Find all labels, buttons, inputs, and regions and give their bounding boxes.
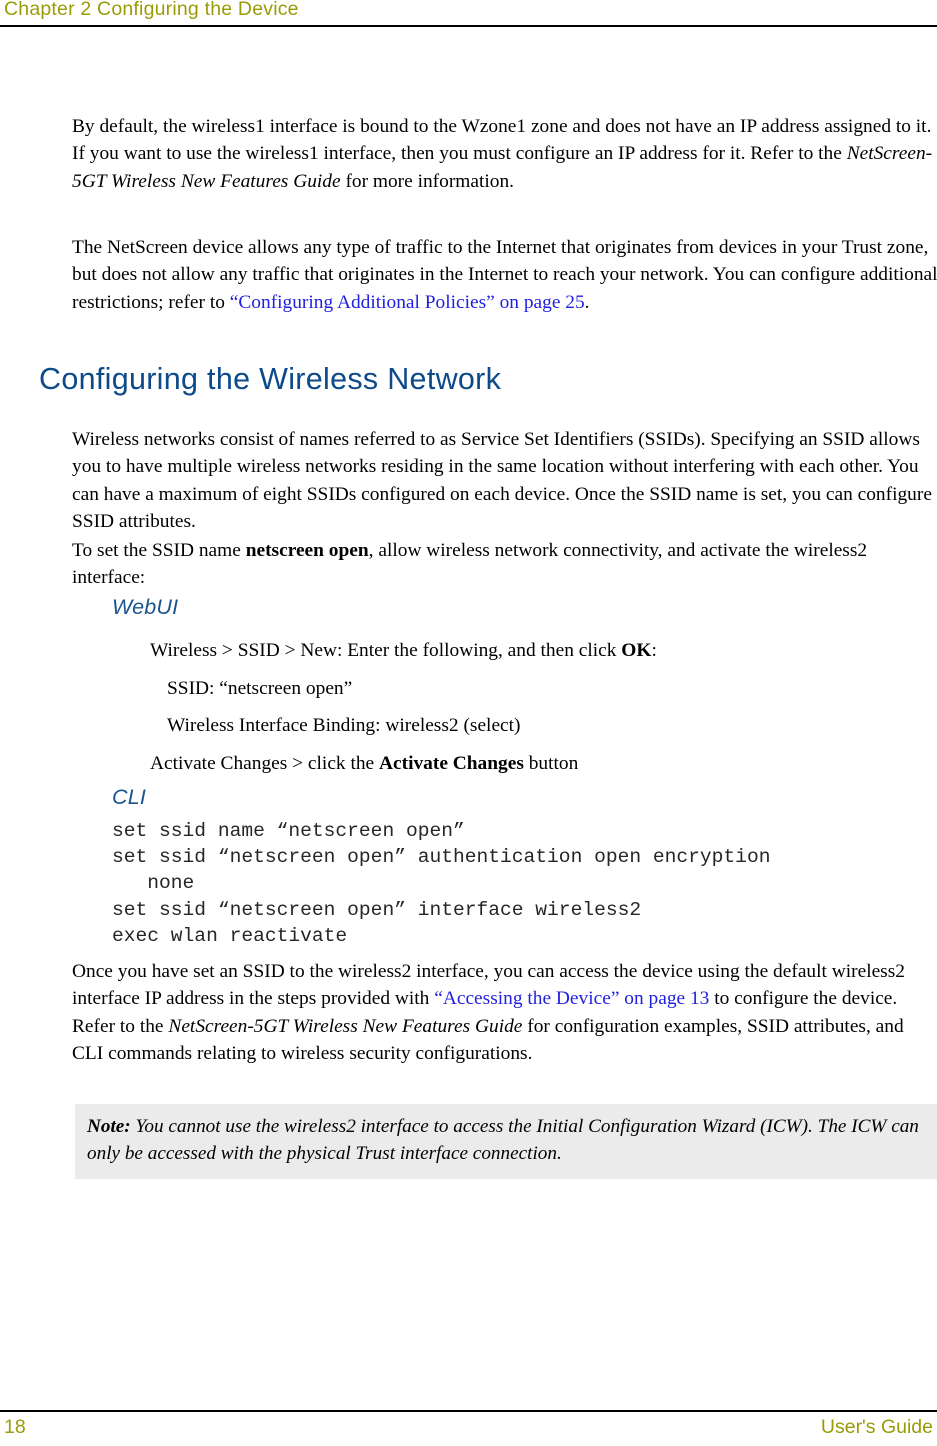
webui-step-navigate: Wireless > SSID > New: Enter the followi… <box>150 637 657 664</box>
cross-reference-configuring-additional-policies[interactable]: “Configuring Additional Policies” on pag… <box>230 292 585 313</box>
webui-field-wireless-interface-binding: Wireless Interface Binding: wireless2 (s… <box>167 715 521 736</box>
webui-step-1-run-1: Wireless > SSID > New: Enter the followi… <box>150 640 622 661</box>
cross-reference-accessing-the-device[interactable]: “Accessing the Device” on page 13 <box>434 988 709 1009</box>
webui-step-1-run-3: : <box>651 640 657 661</box>
webui-step-4-run-1: Activate Changes > click the <box>150 753 380 774</box>
webui-field-ssid: SSID: “netscreen open” <box>167 678 353 699</box>
chapter-title: Chapter 2 Configuring the Device <box>4 0 299 20</box>
sub-heading-cli: CLI <box>112 785 147 809</box>
paragraph-1-run-3: for more information. <box>340 170 514 192</box>
paragraph-5-run-1: To set the SSID name <box>72 540 246 561</box>
ok-button-label: OK <box>621 640 652 661</box>
paragraph-ssid-overview: Wireless networks consist of names refer… <box>72 429 932 533</box>
ssid-name-emphasis: netscreen open <box>245 540 369 561</box>
section-heading-configuring-the-wireless-network: Configuring the Wireless Network <box>39 362 502 396</box>
paragraph-access-device-after-ssid: Once you have set an SSID to the wireles… <box>72 958 937 1068</box>
activate-changes-button-label: Activate Changes <box>379 753 524 774</box>
header-divider-rule <box>0 25 937 27</box>
paragraph-1-run-1: By default, the wireless1 interface is b… <box>72 116 932 165</box>
webui-step-activate-changes: Activate Changes > click the Activate Ch… <box>150 750 578 777</box>
paragraph-wireless1-default: By default, the wireless1 interface is b… <box>72 113 937 195</box>
guide-label: User's Guide <box>820 1416 933 1438</box>
sub-heading-webui: WebUI <box>112 595 179 619</box>
webui-step-4-run-3: button <box>523 753 579 774</box>
page-number: 18 <box>4 1416 26 1438</box>
note-callout-box: Note: You cannot use the wireless2 inter… <box>75 1104 937 1180</box>
paragraph-2-run-3: . <box>584 291 590 313</box>
paragraph-set-ssid-intro: To set the SSID name netscreen open, all… <box>72 537 937 592</box>
note-label: Note: <box>87 1116 131 1137</box>
note-text: Note: You cannot use the wireless2 inter… <box>75 1114 937 1167</box>
note-body: You cannot use the wireless2 interface t… <box>87 1116 919 1164</box>
paragraph-traffic-policy: The NetScreen device allows any type of … <box>72 234 937 316</box>
cli-command-block: set ssid name “netscreen open” set ssid … <box>112 820 771 947</box>
page-running-head: Chapter 2 Configuring the Device <box>0 0 937 28</box>
page-footer: 18 User's Guide <box>0 1412 937 1446</box>
paragraph-6-guide-title: NetScreen-5GT Wireless New Features Guid… <box>168 1015 523 1037</box>
